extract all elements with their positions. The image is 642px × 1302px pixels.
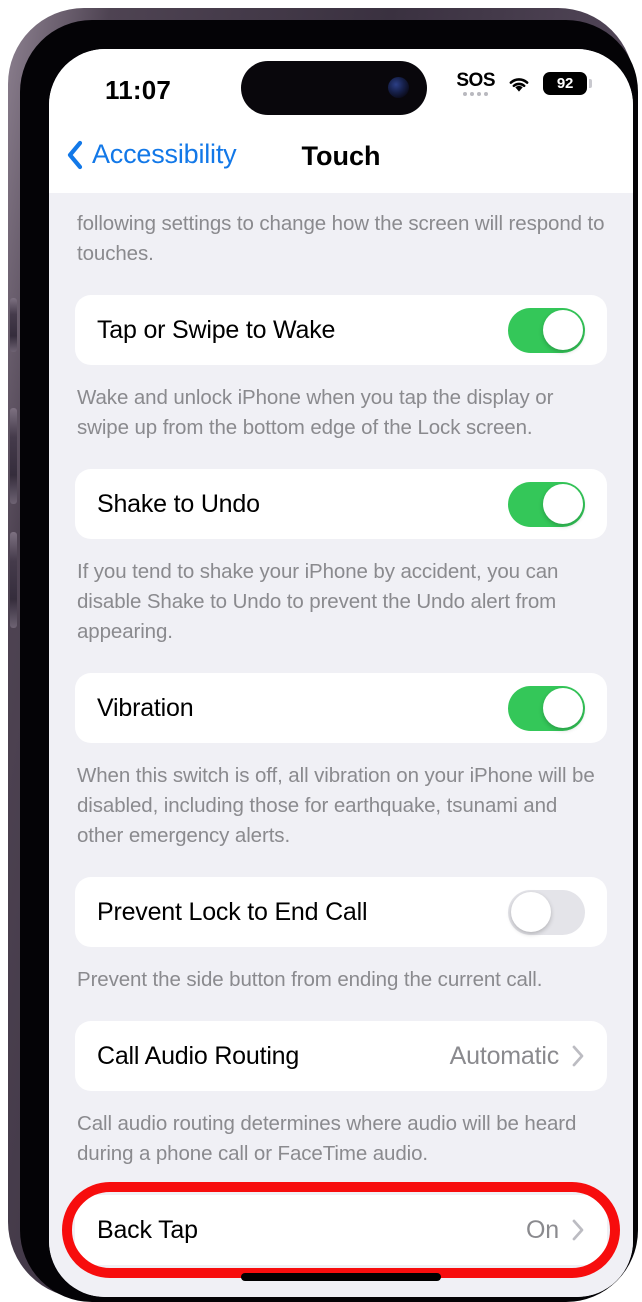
row-value: On xyxy=(526,1215,559,1244)
battery-level-label: 92 xyxy=(556,75,574,92)
volume-up-button[interactable] xyxy=(10,408,17,504)
status-bar: 11:07 SOS 92 xyxy=(49,49,633,129)
setting-row-shake-to-undo[interactable]: Shake to Undo xyxy=(75,469,607,539)
settings-scroll-view[interactable]: following settings to change how the scr… xyxy=(49,193,633,1297)
setting-row-vibration[interactable]: Vibration xyxy=(75,673,607,743)
back-tap-section: Back Tap On xyxy=(49,1182,633,1278)
chevron-right-icon xyxy=(572,1219,584,1241)
dynamic-island xyxy=(241,61,427,115)
row-title: Vibration xyxy=(97,693,194,722)
home-indicator[interactable] xyxy=(241,1273,441,1281)
toggle-prevent-lock-to-end-call[interactable] xyxy=(508,889,585,935)
front-camera-icon xyxy=(388,77,409,98)
setting-row-prevent-lock-to-end-call[interactable]: Prevent Lock to End Call xyxy=(75,877,607,947)
toggle-tap-or-swipe-to-wake[interactable] xyxy=(508,307,585,353)
battery-terminal-icon xyxy=(589,79,592,88)
volume-down-button[interactable] xyxy=(10,532,17,628)
intro-footnote: following settings to change how the scr… xyxy=(77,212,605,265)
setting-row-tap-or-swipe-to-wake[interactable]: Tap or Swipe to Wake xyxy=(75,295,607,365)
sos-label: SOS xyxy=(456,70,495,91)
row-accessory: Automatic xyxy=(450,1042,585,1071)
status-bar-indicators: SOS 92 xyxy=(456,71,592,96)
footnote-prevent-lock-to-end-call: Prevent the side button from ending the … xyxy=(77,968,543,991)
row-title: Call Audio Routing xyxy=(97,1041,300,1070)
status-bar-clock: 11:07 xyxy=(105,75,172,105)
sos-indicator: SOS xyxy=(456,71,495,96)
row-title: Back Tap xyxy=(97,1215,198,1244)
row-title: Prevent Lock to End Call xyxy=(97,897,368,926)
row-value: Automatic xyxy=(449,1041,560,1070)
page-title: Touch xyxy=(301,141,381,171)
row-accessory: On xyxy=(526,1216,585,1245)
row-title: Tap or Swipe to Wake xyxy=(97,315,336,344)
device-bezel: 11:07 SOS 92 Accessibility Touch followi… xyxy=(20,20,638,1302)
navigation-bar: Accessibility Touch xyxy=(49,129,633,193)
wifi-icon xyxy=(509,77,529,92)
toggle-shake-to-undo[interactable] xyxy=(508,481,585,527)
toggle-vibration[interactable] xyxy=(508,685,585,731)
setting-row-back-tap[interactable]: Back Tap On xyxy=(75,1195,607,1265)
row-title: Shake to Undo xyxy=(97,489,260,518)
footnote-vibration: When this switch is off, all vibration o… xyxy=(77,764,595,847)
chevron-right-icon xyxy=(572,1045,584,1067)
setting-row-call-audio-routing[interactable]: Call Audio Routing Automatic xyxy=(75,1021,607,1091)
battery-indicator: 92 xyxy=(543,72,592,95)
footnote-shake-to-undo: If you tend to shake your iPhone by acci… xyxy=(77,560,559,643)
action-button[interactable] xyxy=(10,298,17,352)
footnote-back-tap: Double or triple tap on the back of your… xyxy=(49,1291,633,1297)
footnote-call-audio-routing: Call audio routing determines where audi… xyxy=(77,1112,577,1165)
iphone-device-frame: 11:07 SOS 92 Accessibility Touch followi… xyxy=(8,8,638,1302)
cellular-signal-dots-icon xyxy=(463,92,489,96)
device-screen: 11:07 SOS 92 Accessibility Touch followi… xyxy=(49,49,633,1297)
footnote-tap-or-swipe-to-wake: Wake and unlock iPhone when you tap the … xyxy=(77,386,554,439)
